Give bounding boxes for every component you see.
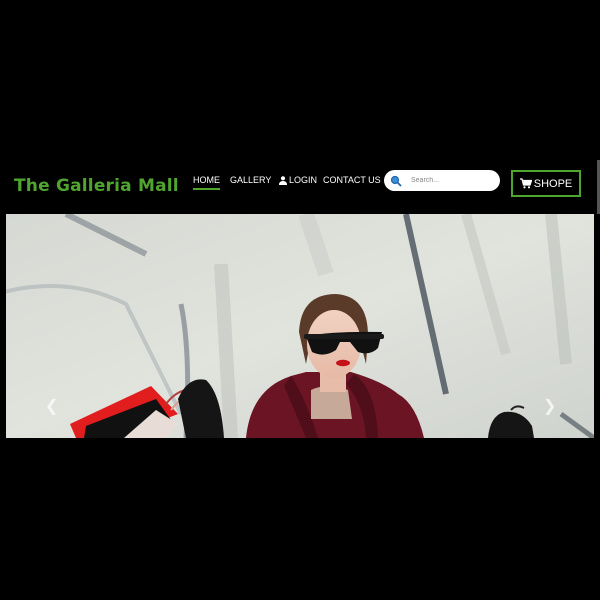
nav-contact-us[interactable]: CONTACT US [323, 175, 381, 185]
shop-button-label: SHOPE [533, 177, 573, 190]
shopping-cart-icon [519, 178, 532, 189]
brand-logo[interactable]: The Galleria Mall [14, 176, 179, 196]
nav-login-label: LOGIN [289, 175, 318, 185]
nav-gallery[interactable]: GALLERY [230, 175, 271, 185]
search-box[interactable] [384, 170, 500, 191]
hero-carousel-slide [6, 214, 594, 438]
chevron-left-icon[interactable]: ❮ [45, 396, 58, 416]
chevron-right-icon[interactable]: ❯ [543, 396, 556, 416]
nav-home-label: HOME [193, 175, 220, 185]
search-input[interactable] [409, 176, 493, 185]
user-icon [279, 175, 287, 185]
nav-contact-label: CONTACT US [323, 175, 381, 185]
search-icon[interactable] [390, 175, 402, 187]
hero-image [6, 214, 594, 438]
navbar: The Galleria Mall HOME GALLERY LOGIN CON… [0, 160, 600, 214]
nav-gallery-label: GALLERY [230, 175, 272, 185]
shop-button[interactable]: SHOPE [511, 170, 581, 197]
nav-home[interactable]: HOME [193, 175, 220, 190]
nav-login[interactable]: LOGIN [279, 175, 317, 185]
